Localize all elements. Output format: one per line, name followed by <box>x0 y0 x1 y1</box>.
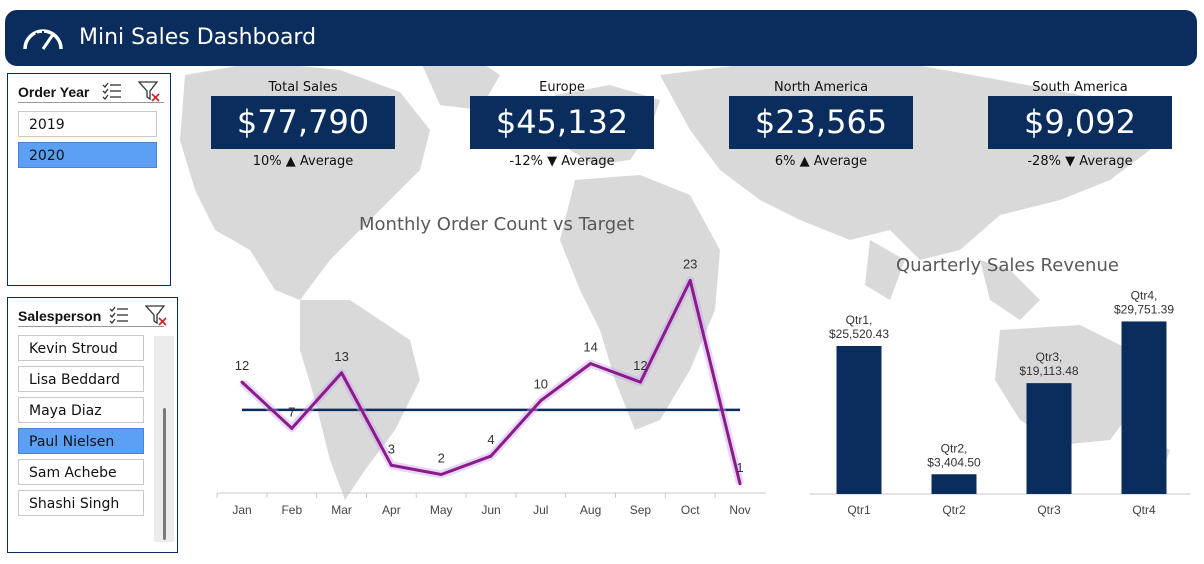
data-label: Qtr4, <box>1131 288 1158 302</box>
data-label: $29,751.39 <box>1114 302 1174 316</box>
quarterly-revenue-bar-chart: Qtr1,$25,520.43 Qtr1 Qtr2,$3,404.50 Qtr2 Qtr… <box>810 288 1190 517</box>
x-tick-label: Qtr3 <box>1037 503 1061 517</box>
data-label: $3,404.50 <box>927 455 981 469</box>
x-tick-label: Qtr4 <box>1132 503 1156 517</box>
bar <box>1026 383 1072 494</box>
data-label: Qtr1, <box>846 313 873 327</box>
data-label: Qtr2, <box>941 441 968 455</box>
bar <box>1121 321 1167 494</box>
x-tick-label: Qtr2 <box>942 503 966 517</box>
bar <box>836 345 882 494</box>
data-label: Qtr3, <box>1036 350 1063 364</box>
x-tick-label: Qtr1 <box>847 503 871 517</box>
bar <box>931 474 977 494</box>
data-label: $19,113.48 <box>1019 364 1078 378</box>
data-label: $25,520.43 <box>829 327 889 341</box>
